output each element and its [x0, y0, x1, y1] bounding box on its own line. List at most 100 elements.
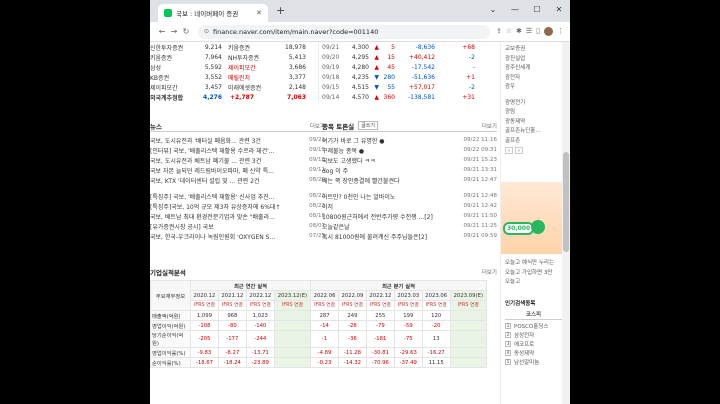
- news-item[interactable]: [특징주] 국보, '배출리스텍 재활용' 신사업 추진... 08/23: [150, 191, 325, 201]
- ad-banner[interactable]: 30,000: [501, 182, 562, 254]
- financials-more-link[interactable]: 더보기: [482, 268, 497, 276]
- item-title[interactable]: [특징주] 국보, '배출리스텍 재활용' 신사업 추진...: [150, 192, 297, 201]
- item-title[interactable]: 국보, 한국-우크라이나 녹림인원회 'OXYGEN S...: [150, 232, 297, 241]
- sidebar-stock-link[interactable]: 골프존: [505, 136, 562, 146]
- popular-stock-name[interactable]: 동성제약: [514, 349, 534, 357]
- popular-stock-name[interactable]: 남선알미늄: [514, 358, 539, 366]
- profile-avatar[interactable]: [544, 27, 553, 36]
- item-title[interactable]: 여기가 바로 그 유명한 ●: [322, 136, 463, 145]
- news-item[interactable]: 국보, 한국-우크라이나 녹림인원회 'OXYGEN S... 07/25: [150, 231, 325, 241]
- news-item[interactable]: 국보, KTX '데이터센터 설립 및 ... 관련 2건 08/29: [150, 175, 325, 185]
- share-icon[interactable]: ⇪: [496, 27, 502, 36]
- close-window-icon[interactable]: ✕: [548, 0, 570, 22]
- reload-icon[interactable]: ↻: [180, 27, 192, 36]
- item-title[interactable]: 국보, 도시유전과 베트남 폐기물 ... 관련 3건: [150, 156, 297, 165]
- buy-broker[interactable]: 제이피모간: [222, 63, 270, 72]
- prev-page-icon[interactable]: ‹: [505, 147, 513, 154]
- sell-broker[interactable]: KB증권: [150, 73, 192, 82]
- item-title[interactable]: [유가증권시장 공시] 국보: [150, 222, 297, 231]
- item-title[interactable]: 10800원근처에서 전반주가량 수전쟁 ...[2]: [322, 212, 463, 221]
- fin-row-label[interactable]: 당기순이익(억원): [150, 330, 191, 348]
- new-tab-icon[interactable]: +: [276, 4, 285, 17]
- reading-list-icon[interactable]: ☰: [526, 27, 532, 36]
- sidepanel-icon[interactable]: ▯: [536, 27, 540, 36]
- sidebar-stock-link[interactable]: 광우: [505, 82, 562, 92]
- maximize-icon[interactable]: ☐: [526, 0, 548, 22]
- item-title[interactable]: 국보 자본 늘되던 레드림바이오파마, 폐 신약 특...: [150, 166, 297, 175]
- bookmark-star-icon[interactable]: ☆: [506, 27, 512, 36]
- item-title[interactable]: 배는 쪽 장안종결에 빨간불켠다: [322, 176, 463, 185]
- buy-broker[interactable]: 메릴린치: [222, 73, 270, 82]
- board-post[interactable]: 어트만? 0천인 나는 알바이노 09/21 12:48: [322, 191, 497, 201]
- tab-close-icon[interactable]: ✕: [256, 9, 262, 17]
- board-post[interactable]: 배는 쪽 장안종결에 빨간불켠다 09/21 12:47: [322, 175, 497, 185]
- popular-stock-name[interactable]: POSCO홀딩스: [514, 322, 549, 330]
- item-title[interactable]: 혹시 81000원에 물려계신 주주님들은[2]: [322, 232, 463, 241]
- sidebar-stock-link[interactable]: 광전자: [505, 73, 562, 83]
- next-page-icon[interactable]: ›: [515, 147, 523, 154]
- item-title[interactable]: 국보, KTX '데이터센터 설립 및 ... 관련 2건: [150, 176, 297, 185]
- board-post[interactable]: 오늘같은날 09/21 11:25: [322, 221, 497, 231]
- item-title[interactable]: [인터뷰] 국보, '배출리스텍 재활용 수르라 재건'...: [150, 146, 297, 155]
- back-icon[interactable]: ←: [156, 27, 168, 36]
- sidebar-stock-link[interactable]: 교보증권: [505, 44, 562, 54]
- popular-stock-item[interactable]: 3 에코프로: [505, 340, 562, 349]
- item-title[interactable]: 국보, 베트남 최대 환경전문기업과 맞손 "배출라...: [150, 212, 297, 221]
- board-more-link[interactable]: 더보기: [482, 122, 497, 130]
- fin-row-label[interactable]: 영업이익률(%): [150, 347, 191, 358]
- board-post[interactable]: 10800원근처에서 전반주가량 수전쟁 ...[2] 09/21 11:50: [322, 211, 497, 221]
- popular-stock-name[interactable]: 에코프로: [514, 340, 534, 348]
- item-title[interactable]: 어트만? 0천인 나는 알바이노: [322, 192, 463, 201]
- board-post[interactable]: 이저 09/21 12:42: [322, 201, 497, 211]
- minimize-icon[interactable]: —: [504, 0, 526, 22]
- sell-broker[interactable]: 키움증권: [150, 53, 192, 62]
- popular-stock-item[interactable]: 5 남선알미늄: [505, 358, 562, 367]
- item-title[interactable]: 국보도 고생했다 ㅋㅋ: [322, 156, 463, 165]
- scrollbar-thumb[interactable]: [563, 152, 569, 252]
- buy-broker[interactable]: 키움증권: [222, 43, 270, 52]
- buy-broker[interactable]: 미래에셋증권: [222, 83, 270, 92]
- popular-tab-kospi[interactable]: 코스피: [505, 310, 562, 320]
- popular-stock-item[interactable]: 2 삼성전자: [505, 331, 562, 340]
- menu-icon[interactable]: ⋮: [557, 27, 564, 36]
- popular-stock-item[interactable]: 1 POSCO홀딩스: [505, 322, 562, 331]
- item-title[interactable]: 국보, 도시유전과 '배터실 폐음화... 관련 3건: [150, 136, 297, 145]
- buy-broker[interactable]: NH투자증권: [222, 53, 270, 62]
- sell-broker[interactable]: 신한투자증권: [150, 43, 192, 52]
- ad-text-line[interactable]: 오늘고 예식만 누리는: [505, 258, 562, 268]
- board-post[interactable]: 여기가 바로 그 유명한 ● 09/22 11:16: [322, 135, 497, 145]
- news-item[interactable]: [인터뷰] 국보, '배출리스텍 재활용 수르라 재건'... 09/19: [150, 145, 325, 155]
- fin-row-label[interactable]: 매출액(억원): [150, 310, 191, 321]
- tab-search-icon[interactable]: ⌄: [482, 0, 504, 22]
- sidebar-stock-link[interactable]: 광동제약: [505, 117, 562, 127]
- site-info-icon[interactable]: ⊙: [204, 28, 209, 35]
- fin-row-label[interactable]: 순이익률(%): [150, 357, 191, 368]
- news-item[interactable]: 국보, 베트남 최대 환경전문기업과 맞손 "배출라... 08/18: [150, 211, 325, 221]
- ad-text-line[interactable]: 오늘고 가입하면 3만: [505, 268, 562, 278]
- item-title[interactable]: 구제불능 종목 ●: [322, 146, 463, 155]
- sell-broker[interactable]: 삼성: [150, 63, 192, 72]
- sidebar-stock-link[interactable]: 광명전기: [505, 98, 562, 108]
- ad-text-line[interactable]: 오늘고: [505, 277, 562, 287]
- extensions-icon[interactable]: ✱: [516, 27, 522, 36]
- item-title[interactable]: [특징주]국보, 10억 규모 제3자 유상증자에 6%대↑: [150, 202, 297, 211]
- browser-tab[interactable]: 국보 : 네이버페이 증권 ✕: [158, 4, 268, 22]
- board-post[interactable]: 혹시 81000원에 물려계신 주주님들은[2] 09/21 09:59: [322, 231, 497, 241]
- news-item[interactable]: 국보 자본 늘되던 레드림바이오파마, 폐 신약 특... 09/11: [150, 165, 325, 175]
- sell-broker[interactable]: 제이피모간: [150, 83, 192, 92]
- url-input[interactable]: ⊙ finance.naver.com/item/main.naver?code…: [198, 24, 490, 39]
- board-post[interactable]: 국보도 고생했다 ㅋㅋ 09/21 15:23: [322, 155, 497, 165]
- sidebar-stock-link[interactable]: 광진실업: [505, 54, 562, 64]
- popular-stock-item[interactable]: 4 동성제약: [505, 349, 562, 358]
- vertical-scrollbar[interactable]: [562, 42, 570, 404]
- item-title[interactable]: 이저: [322, 202, 463, 211]
- popular-stock-name[interactable]: 삼성전자: [514, 331, 534, 339]
- news-item[interactable]: [유가증권시장 공시] 국보 08/07: [150, 221, 325, 231]
- sidebar-stock-link[interactable]: 광주신세계: [505, 63, 562, 73]
- news-item[interactable]: [특징주]국보, 10억 규모 제3자 유상증자에 6%대↑ 08/23: [150, 201, 325, 211]
- news-item[interactable]: 국보, 도시유전과 베트남 폐기물 ... 관련 3건 09/18: [150, 155, 325, 165]
- sidebar-stock-link[interactable]: 광림: [505, 107, 562, 117]
- board-post[interactable]: dog 이 주 09/21 13:31: [322, 165, 497, 175]
- write-button[interactable]: 글쓰기: [358, 121, 378, 130]
- item-title[interactable]: dog 이 주: [322, 166, 463, 175]
